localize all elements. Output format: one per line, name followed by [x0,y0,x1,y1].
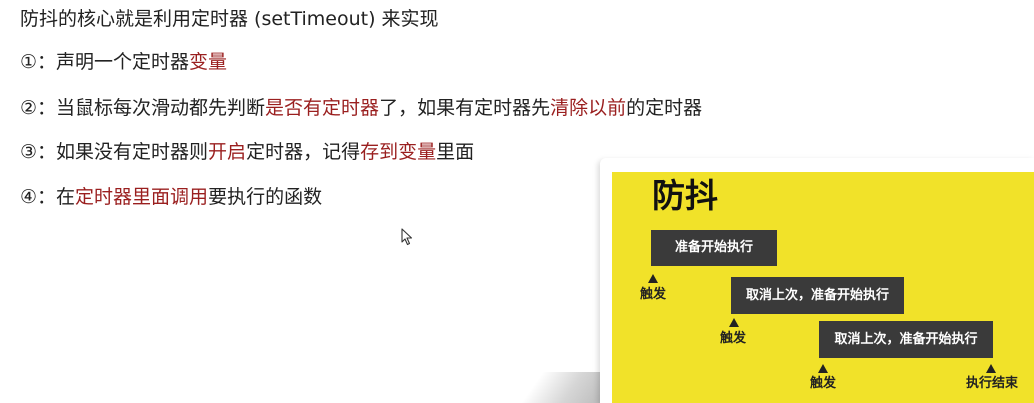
slide-title: 防抖 [652,176,718,215]
note-line-1: 防抖的核心就是利用定时器 (setTimeout) 来实现 [20,7,439,31]
triangle-up-icon [648,274,658,283]
note-line-5-text-a: ④：在 [20,186,76,208]
note-line-4-text-a: ③：如果没有定时器则 [20,141,209,163]
timeline-box-start: 准备开始执行 [651,230,777,266]
triangle-up-icon [818,364,828,373]
triangle-up-icon [729,318,739,327]
note-line-4-highlight-b: 存到变量 [360,141,437,163]
note-line-5: ④：在定时器里面调用要执行的函数 [20,185,322,209]
triangle-up-icon [986,364,996,373]
note-line-4: ③：如果没有定时器则开启定时器，记得存到变量里面 [20,140,474,164]
note-line-3-text-a: ②：当鼠标每次滑动都先判断 [20,97,266,119]
note-line-3-highlight-a: 是否有定时器 [265,97,380,119]
note-line-2: ①：声明一个定时器变量 [20,50,227,74]
note-line-4-text-c: 里面 [436,141,475,163]
note-line-5-text-b: 要执行的函数 [208,186,323,208]
note-line-3: ②：当鼠标每次滑动都先判断是否有定时器了，如果有定时器先清除以前的定时器 [20,96,702,120]
note-line-3-highlight-b: 清除以前 [550,97,627,119]
mouse-pointer-icon [401,228,413,246]
note-line-1-text: 防抖的核心就是利用定时器 (setTimeout) 来实现 [20,8,439,30]
note-line-4-text-b: 定时器，记得 [246,141,361,163]
note-line-4-highlight-a: 开启 [208,141,247,163]
timeline-box-cancel-2: 取消上次，准备开始执行 [819,321,993,358]
note-line-2-highlight: 变量 [189,51,228,73]
timeline-box-cancel-1: 取消上次，准备开始执行 [731,277,904,314]
trigger-label-2: 触发 [720,331,747,346]
note-line-3-text-c: 的定时器 [626,97,703,119]
note-line-5-highlight: 定时器里面调用 [75,186,209,208]
execution-end-label: 执行结束 [966,376,1019,391]
note-line-2-text: ①：声明一个定时器 [20,51,190,73]
trigger-label-3: 触发 [810,376,837,391]
trigger-label-1: 触发 [640,287,667,302]
note-line-3-text-b: 了，如果有定时器先 [379,97,551,119]
